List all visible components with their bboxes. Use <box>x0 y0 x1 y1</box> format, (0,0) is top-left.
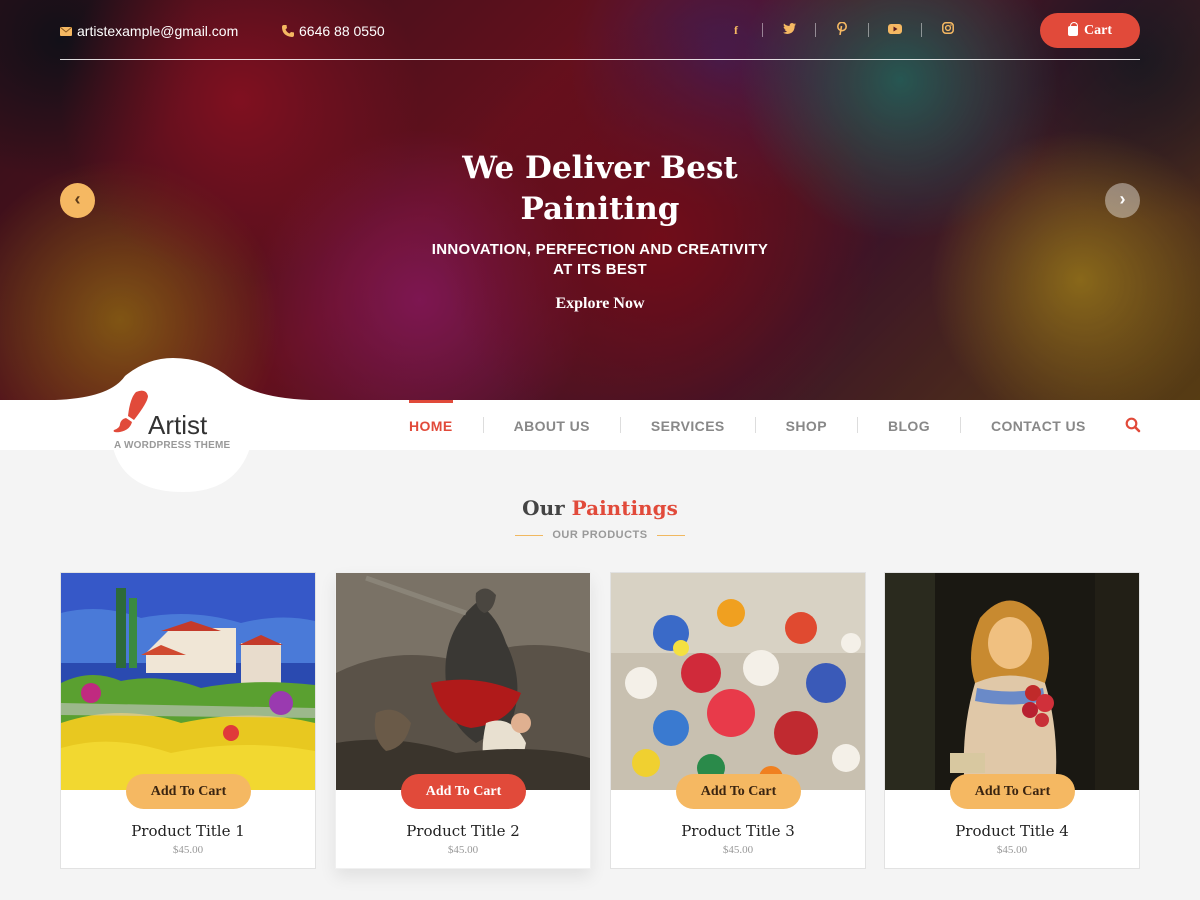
social-divider <box>868 23 869 37</box>
pinterest-icon[interactable] <box>832 21 852 38</box>
social-divider <box>921 23 922 37</box>
product-title[interactable]: Product Title 1 <box>61 822 315 840</box>
facebook-icon[interactable]: f <box>726 22 746 38</box>
social-divider <box>815 23 816 37</box>
product-card[interactable]: Add To Cart Product Title 2 $45.00 <box>335 572 591 869</box>
menu-item-blog[interactable]: BLOG <box>888 400 930 450</box>
envelope-icon <box>60 26 72 36</box>
menu-item-about-us[interactable]: ABOUT US <box>514 400 590 450</box>
cart-label: Cart <box>1084 22 1112 38</box>
product-title[interactable]: Product Title 4 <box>885 822 1139 840</box>
product-title[interactable]: Product Title 3 <box>611 822 865 840</box>
shopping-bag-icon <box>1068 21 1078 36</box>
product-price: $45.00 <box>447 844 479 856</box>
contact-email[interactable]: artistexample@gmail.com <box>60 23 238 39</box>
top-bar: artistexample@gmail.com 6646 88 0550 f C… <box>60 0 1140 60</box>
decorative-line <box>515 534 543 536</box>
product-image-knight[interactable] <box>336 573 590 790</box>
add-to-cart-button[interactable]: Add To Cart <box>126 774 251 809</box>
slide-subtitle-line1: INNOVATION, PERFECTION AND CREATIVITY <box>431 241 769 258</box>
product-image-flowers[interactable] <box>611 573 865 790</box>
menu-item-shop[interactable]: SHOP <box>786 400 827 450</box>
slide-subtitle: INNOVATION, PERFECTION AND CREATIVITY AT… <box>400 240 800 280</box>
cart-button[interactable]: Cart <box>1040 13 1140 48</box>
menu-divider <box>960 417 961 433</box>
product-price: $45.00 <box>722 844 754 856</box>
chevron-left-icon: ‹ <box>74 189 81 209</box>
explore-now-link[interactable]: Explore Now <box>500 295 700 313</box>
chevron-right-icon: › <box>1119 189 1126 209</box>
section-title: Our Paintings <box>400 496 800 520</box>
menu-divider <box>754 417 756 433</box>
section-subtitle-row: OUR PRODUCTS <box>515 526 685 544</box>
menu-divider <box>619 417 621 433</box>
twitter-icon[interactable] <box>779 22 799 38</box>
email-text: artistexample@gmail.com <box>77 23 239 39</box>
section-title-plain: Our <box>522 496 565 520</box>
add-to-cart-button[interactable]: Add To Cart <box>676 774 801 809</box>
add-to-cart-button[interactable]: Add To Cart <box>950 774 1075 809</box>
social-divider <box>762 23 763 37</box>
slide-title: We Deliver Best Painiting <box>400 148 800 230</box>
site-logo[interactable]: Artist A WORDPRESS THEME <box>112 386 272 456</box>
slider-prev-button[interactable]: ‹ <box>60 183 95 218</box>
product-price: $45.00 <box>172 844 204 856</box>
product-card[interactable]: Add To Cart Product Title 1 $45.00 <box>60 572 316 869</box>
product-image-landscape[interactable] <box>61 573 315 790</box>
menu-divider <box>856 417 858 433</box>
slide-title-line1: We Deliver Best <box>462 150 738 186</box>
section-subtitle: OUR PRODUCTS <box>552 529 648 541</box>
phone-text: 6646 88 0550 <box>299 23 385 39</box>
menu-item-home[interactable]: HOME <box>409 400 453 450</box>
product-image-girl-portrait[interactable] <box>885 573 1139 790</box>
youtube-icon[interactable] <box>885 22 905 38</box>
brand-tagline: A WORDPRESS THEME <box>114 440 231 451</box>
instagram-icon[interactable] <box>938 22 958 38</box>
menu-item-contact-us[interactable]: CONTACT US <box>991 400 1086 450</box>
add-to-cart-button[interactable]: Add To Cart <box>401 774 526 809</box>
menu-item-services[interactable]: SERVICES <box>651 400 725 450</box>
product-title[interactable]: Product Title 2 <box>336 822 590 840</box>
contact-phone[interactable]: 6646 88 0550 <box>282 23 385 39</box>
slide-title-line2: Painiting <box>520 191 680 227</box>
product-card[interactable]: Add To Cart Product Title 4 $45.00 <box>884 572 1140 869</box>
phone-icon <box>282 25 294 37</box>
product-price: $45.00 <box>996 844 1028 856</box>
product-card[interactable]: Add To Cart Product Title 3 $45.00 <box>610 572 866 869</box>
brush-logo-icon <box>113 390 148 433</box>
brand-name: Artist <box>148 410 208 440</box>
primary-menu: HOME ABOUT US SERVICES SHOP BLOG CONTACT… <box>409 400 1086 450</box>
search-icon[interactable] <box>1125 417 1141 433</box>
social-links: f <box>726 21 958 38</box>
slider-next-button[interactable]: › <box>1105 183 1140 218</box>
slide-subtitle-line2: AT ITS BEST <box>553 261 647 278</box>
section-title-accent: Paintings <box>571 496 678 520</box>
menu-divider <box>482 417 484 433</box>
decorative-line <box>656 534 685 536</box>
hero-slider: artistexample@gmail.com 6646 88 0550 f C… <box>0 0 1200 400</box>
